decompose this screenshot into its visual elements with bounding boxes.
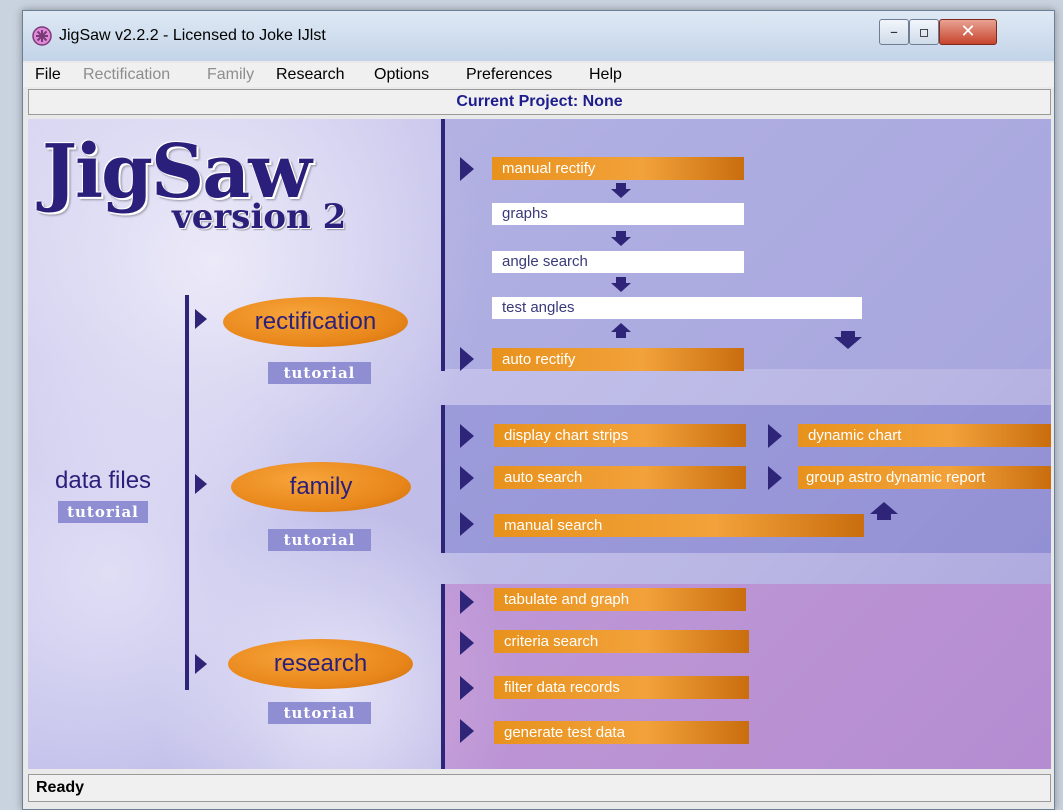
family-button[interactable]: family <box>231 462 411 512</box>
close-button[interactable]: ✕ <box>939 19 997 45</box>
current-project-bar: Current Project: None <box>28 89 1051 115</box>
group-report-arrow-icon <box>768 466 782 490</box>
family-panel-line <box>441 405 445 553</box>
research-arrow-icon <box>195 654 207 674</box>
maximize-button[interactable]: ▫ <box>909 19 939 45</box>
version-logo: version 2 <box>172 197 347 237</box>
filter-data-records-button[interactable]: filter data records <box>494 676 749 699</box>
menu-preferences[interactable]: Preferences <box>466 66 552 84</box>
flow-up-arrow-icon <box>611 323 631 338</box>
display-chart-strips-arrow-icon <box>460 424 474 448</box>
maximize-icon: ▫ <box>918 22 930 41</box>
family-arrow-icon <box>195 474 207 494</box>
manual-rectify-button[interactable]: manual rectify <box>492 157 744 180</box>
auto-search-button[interactable]: auto search <box>494 466 746 489</box>
menu-research[interactable]: Research <box>276 66 344 84</box>
rectification-button[interactable]: rectification <box>223 297 408 347</box>
flow-down-arrow-icon <box>611 183 631 198</box>
group-astro-dynamic-report-button[interactable]: group astro dynamic report <box>798 466 1051 489</box>
rectification-tutorial-button[interactable]: tutorial <box>268 362 371 384</box>
title-bar[interactable]: JigSaw v2.2.2 - Licensed to Joke IJlst –… <box>23 11 1054 61</box>
puzzle-app-icon <box>32 26 52 46</box>
criteria-search-button[interactable]: criteria search <box>494 630 749 653</box>
app-window: JigSaw v2.2.2 - Licensed to Joke IJlst –… <box>22 10 1055 810</box>
minimize-icon: – <box>890 22 898 41</box>
menu-family[interactable]: Family <box>207 66 254 84</box>
flow-up-arrow-icon <box>870 502 898 520</box>
dynamic-chart-button[interactable]: dynamic chart <box>798 424 1051 447</box>
minimize-button[interactable]: – <box>879 19 909 45</box>
test-angles-button[interactable]: test angles <box>492 297 862 319</box>
flow-down-arrow-icon <box>611 277 631 292</box>
graphs-button[interactable]: graphs <box>492 203 744 225</box>
tabulate-and-graph-button[interactable]: tabulate and graph <box>494 588 746 611</box>
flow-down-arrow-icon <box>611 231 631 246</box>
angle-search-button[interactable]: angle search <box>492 251 744 273</box>
main-canvas: JigSaw version 2 data files tutorial rec… <box>28 119 1051 769</box>
manual-rectify-arrow-icon <box>460 157 474 181</box>
menu-help[interactable]: Help <box>589 66 622 84</box>
window-title: JigSaw v2.2.2 - Licensed to Joke IJlst <box>59 27 326 44</box>
auto-rectify-button[interactable]: auto rectify <box>492 348 744 371</box>
dynamic-chart-arrow-icon <box>768 424 782 448</box>
menu-file[interactable]: File <box>35 66 61 84</box>
data-files-label[interactable]: data files <box>55 467 151 495</box>
flow-down-arrow-icon <box>834 331 862 349</box>
tabulate-arrow-icon <box>460 590 474 614</box>
status-text: Ready <box>36 779 85 796</box>
research-button[interactable]: research <box>228 639 413 689</box>
research-panel-line <box>441 584 445 769</box>
menu-rectification[interactable]: Rectification <box>83 66 170 84</box>
current-project-label: Current Project: None <box>456 93 623 110</box>
criteria-search-arrow-icon <box>460 631 474 655</box>
data-files-tutorial-button[interactable]: tutorial <box>58 501 148 523</box>
manual-search-button[interactable]: manual search <box>494 514 864 537</box>
generate-test-data-button[interactable]: generate test data <box>494 721 749 744</box>
family-tutorial-button[interactable]: tutorial <box>268 529 371 551</box>
status-bar: Ready <box>28 774 1051 802</box>
generate-test-data-arrow-icon <box>460 719 474 743</box>
manual-search-arrow-icon <box>460 512 474 536</box>
display-chart-strips-button[interactable]: display chart strips <box>494 424 746 447</box>
auto-search-arrow-icon <box>460 466 474 490</box>
research-tutorial-button[interactable]: tutorial <box>268 702 371 724</box>
rectification-panel-line <box>441 119 445 371</box>
menu-bar: File Rectification Family Research Optio… <box>23 63 1054 87</box>
rectification-arrow-icon <box>195 309 207 329</box>
filter-data-records-arrow-icon <box>460 676 474 700</box>
auto-rectify-arrow-icon <box>460 347 474 371</box>
close-icon: ✕ <box>960 21 976 42</box>
menu-options[interactable]: Options <box>374 66 429 84</box>
tree-vertical-line <box>185 295 189 690</box>
